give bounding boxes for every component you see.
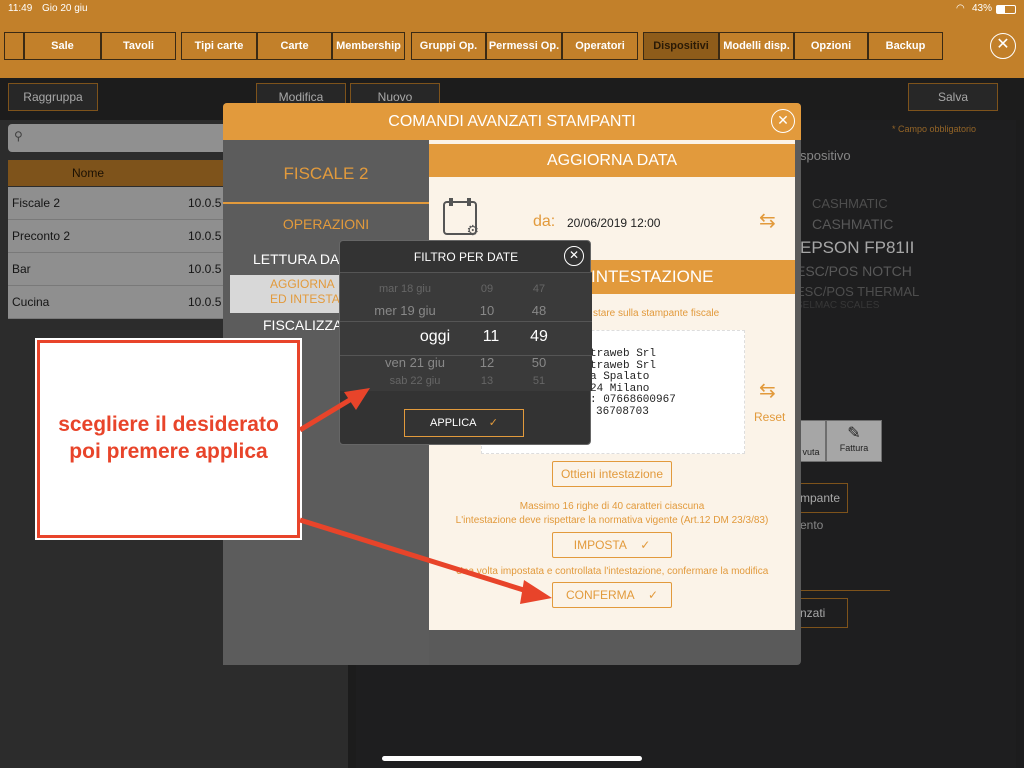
arrow-head bbox=[520, 580, 552, 604]
arrow-to-confirm bbox=[299, 517, 531, 595]
home-indicator bbox=[382, 756, 642, 761]
arrow-to-apply bbox=[298, 392, 360, 433]
annotation-arrows bbox=[298, 388, 552, 604]
